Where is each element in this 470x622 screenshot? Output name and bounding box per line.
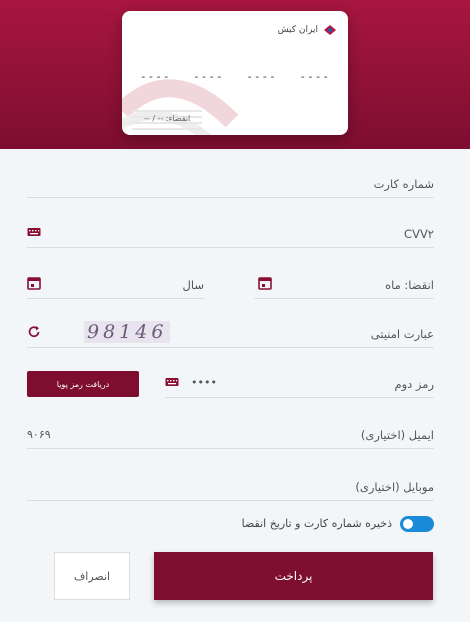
keyboard-icon[interactable]	[165, 375, 179, 389]
captcha-image: 98146	[84, 321, 171, 343]
bank-name: ایران کیش	[277, 25, 318, 35]
card-number-group: ----	[193, 70, 224, 83]
captcha-label: عبارت امنیتی	[370, 327, 434, 341]
get-dynamic-password-button[interactable]: دریافت رمز پویا	[27, 371, 139, 397]
bank-card-preview: ایران کیش ---- ---- ---- ---- انقضاء: --…	[122, 11, 348, 135]
email-label: ایمیل (اختیاری)	[360, 428, 434, 442]
save-card-label: ذخیره شماره کارت و تاریخ انقضا	[241, 517, 392, 530]
card-number-display: ---- ---- ---- ----	[140, 70, 330, 83]
cvv2-field[interactable]: CVV۲	[27, 219, 434, 248]
card-number-field[interactable]: شماره کارت	[27, 169, 434, 198]
mobile-field[interactable]: موبایل (اختیاری)	[27, 472, 434, 501]
card-number-group: ----	[299, 70, 330, 83]
card-expiry-display: انقضاء: -- / --	[144, 114, 191, 123]
second-password-field[interactable]: •••• رمز دوم	[165, 369, 434, 398]
expiry-month-label: انقضا: ماه	[385, 278, 434, 292]
save-card-toggle[interactable]	[400, 516, 434, 532]
email-value: ۹۰۶۹	[27, 428, 51, 441]
iran-kish-logo-icon	[324, 25, 336, 35]
calendar-icon[interactable]	[27, 276, 41, 290]
expiry-month-field[interactable]: انقضا: ماه	[254, 270, 434, 299]
second-password-value: ••••	[191, 376, 217, 389]
card-number-group: ----	[140, 70, 171, 83]
expiry-year-field[interactable]: سال	[27, 270, 204, 299]
pay-button[interactable]: پرداخت	[154, 552, 433, 600]
keyboard-icon[interactable]	[27, 225, 41, 239]
card-number-label: شماره کارت	[373, 177, 434, 191]
cancel-button[interactable]: انصراف	[54, 552, 130, 600]
second-password-label: رمز دوم	[394, 377, 434, 391]
refresh-icon[interactable]	[27, 325, 41, 339]
toggle-knob	[403, 519, 413, 529]
mobile-label: موبایل (اختیاری)	[355, 480, 434, 494]
email-field[interactable]: ۹۰۶۹ ایمیل (اختیاری)	[27, 420, 434, 449]
expiry-year-label: سال	[182, 278, 205, 292]
bank-logo: ایران کیش	[278, 24, 338, 36]
card-number-group: ----	[246, 70, 277, 83]
calendar-icon[interactable]	[258, 276, 272, 290]
cvv2-label: CVV۲	[404, 227, 434, 241]
